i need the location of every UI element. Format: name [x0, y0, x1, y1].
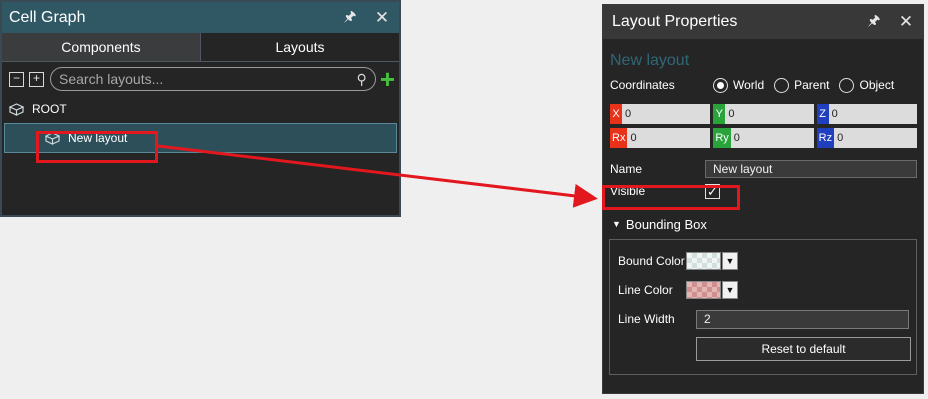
annotation-arrow [157, 144, 598, 208]
